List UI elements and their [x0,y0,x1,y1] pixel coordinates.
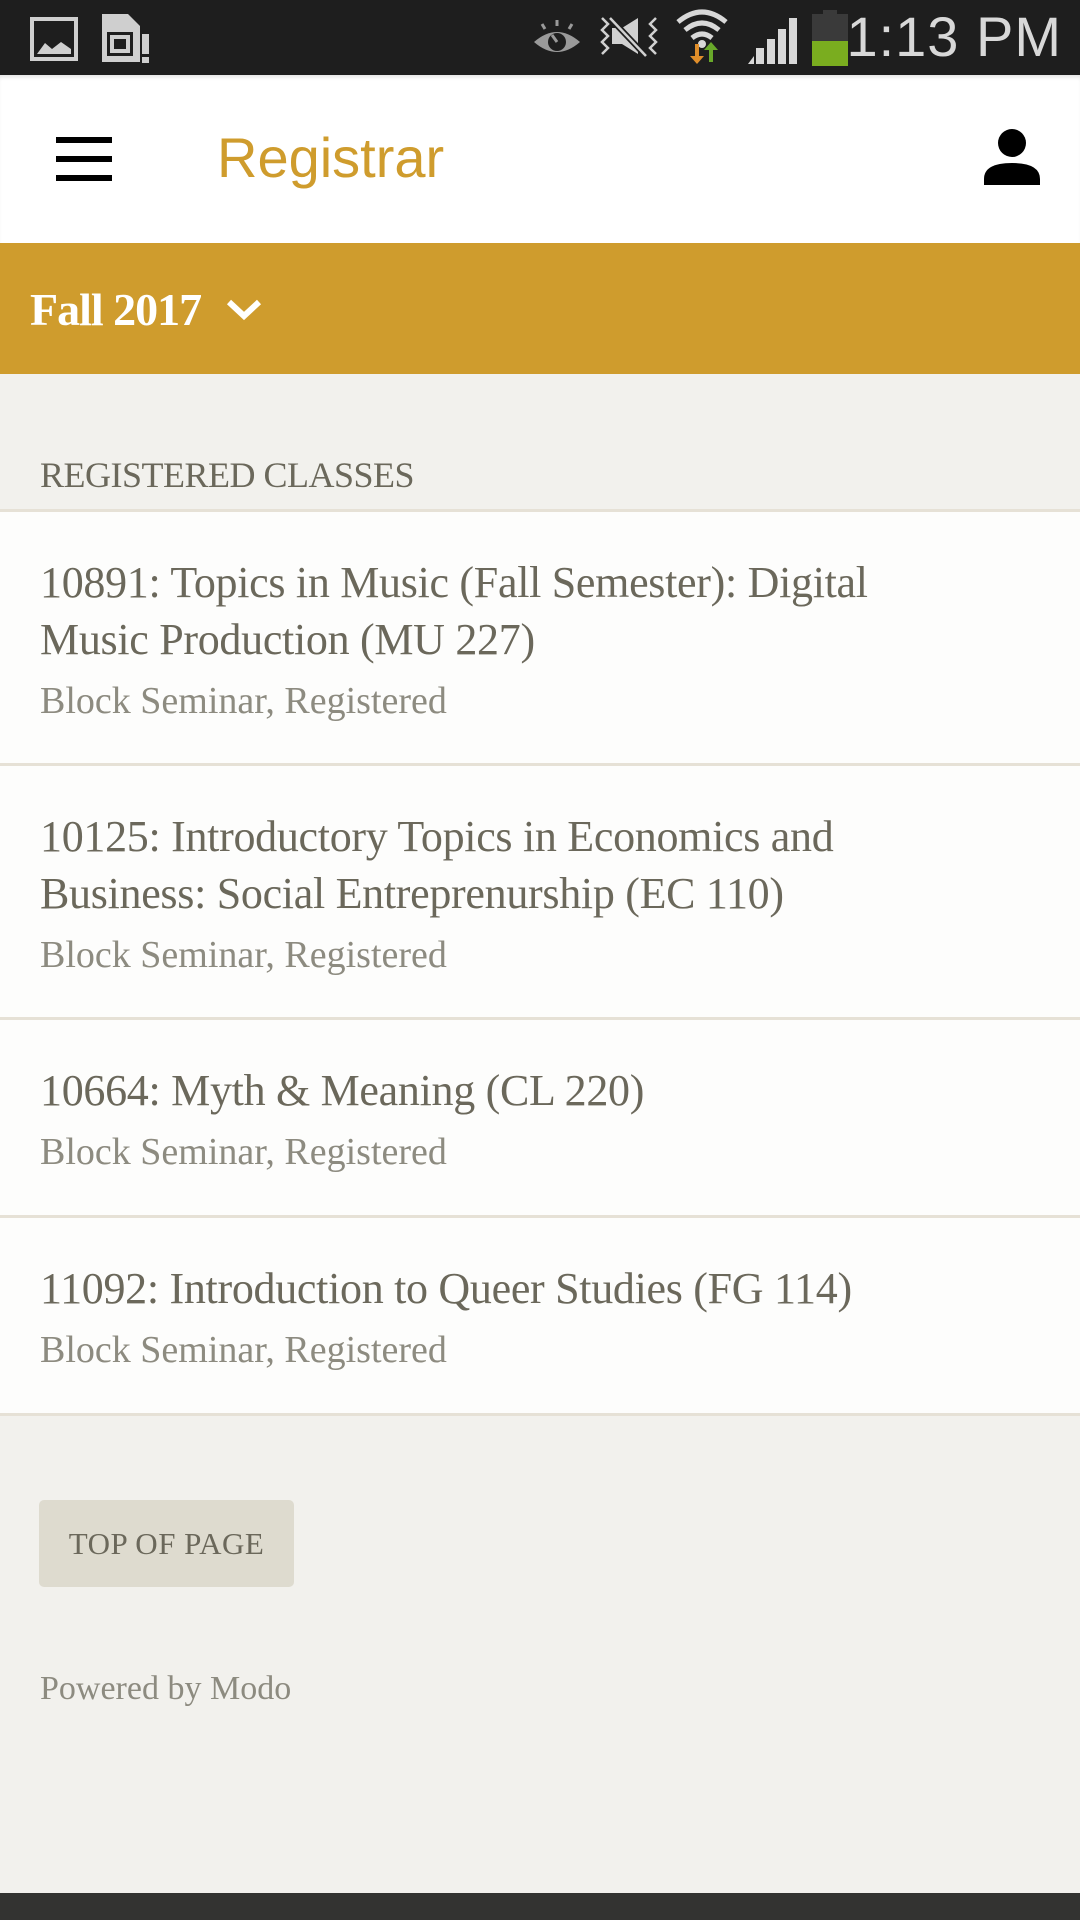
class-list-item[interactable]: 10891: Topics in Music (Fall Semester): … [0,512,1080,766]
class-status: Block Seminar, Registered [40,680,447,722]
chevron-down-icon [227,299,262,321]
class-list: 10891: Topics in Music (Fall Semester): … [0,509,1080,1416]
signal-icon [748,18,797,64]
class-list-item[interactable]: 11092: Introduction to Queer Studies (FG… [0,1218,1080,1416]
hamburger-menu-icon[interactable] [40,115,128,203]
class-title: 10664: Myth & Meaning (CL 220) [40,1066,645,1115]
mute-vibrate-icon [600,15,658,59]
class-status: Block Seminar, Registered [40,934,447,976]
status-bar: 1:13 PM [0,0,1080,75]
class-status: Block Seminar, Registered [40,1131,447,1173]
class-title: 10125: Introductory Topics in Economics … [40,812,834,918]
powered-by-text: Powered by Modo [40,1670,292,1707]
top-of-page-button[interactable]: TOP OF PAGE [39,1500,294,1587]
battery-icon [812,10,848,66]
class-list-item[interactable]: 10664: Myth & Meaning (CL 220) Block Sem… [0,1020,1080,1218]
class-list-item[interactable]: 10125: Introductory Topics in Economics … [0,766,1080,1020]
term-selector[interactable]: Fall 2017 [30,279,263,339]
person-icon[interactable] [972,119,1052,199]
system-nav-bar [0,1893,1080,1920]
status-time: 1:13 PM [846,5,1062,68]
wifi-data-icon [676,9,728,64]
app-header: Registrar [0,75,1080,243]
term-bar: Fall 2017 [0,243,1080,374]
sd-card-warning-icon [102,14,149,63]
page-title: Registrar [217,126,445,189]
term-selected-label: Fall 2017 [30,283,202,335]
class-title: 11092: Introduction to Queer Studies (FG… [40,1264,852,1313]
class-title: 10891: Topics in Music (Fall Semester): … [40,558,868,664]
section-heading: REGISTERED CLASSES [40,455,415,495]
class-status: Block Seminar, Registered [40,1329,447,1371]
eye-icon [534,20,580,52]
gallery-icon [30,17,78,61]
